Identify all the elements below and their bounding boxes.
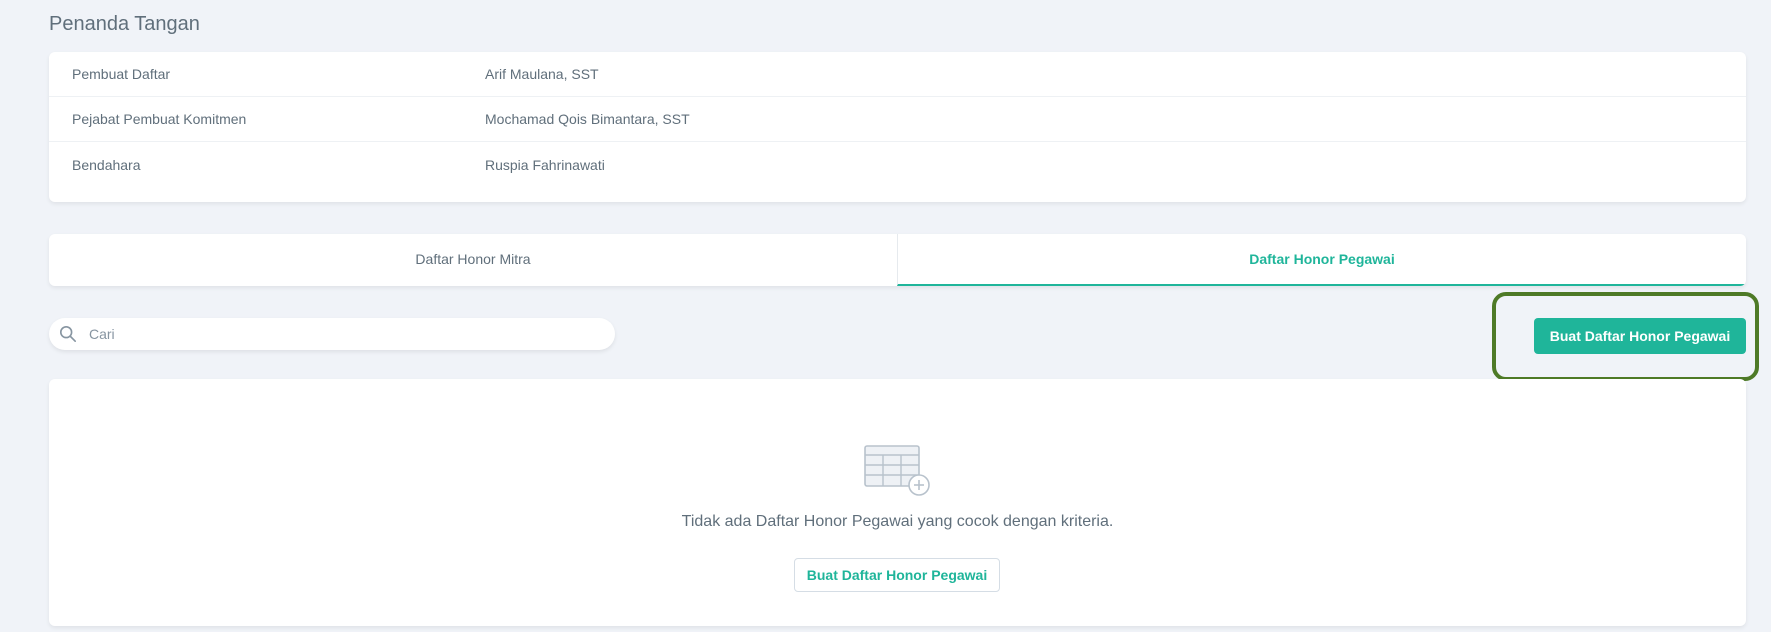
section-title: Penanda Tangan bbox=[49, 13, 200, 35]
table-add-icon bbox=[864, 445, 930, 496]
signer-value: Ruspia Fahrinawati bbox=[485, 156, 605, 173]
signer-row: Pejabat Pembuat Komitmen Mochamad Qois B… bbox=[49, 97, 1746, 142]
signers-card: Pembuat Daftar Arif Maulana, SST Pejabat… bbox=[49, 52, 1746, 202]
tab-bar: Daftar Honor Mitra Daftar Honor Pegawai bbox=[49, 234, 1746, 286]
signer-row: Pembuat Daftar Arif Maulana, SST bbox=[49, 52, 1746, 97]
search-box bbox=[49, 318, 615, 350]
empty-state-message: Tidak ada Daftar Honor Pegawai yang coco… bbox=[681, 513, 1114, 530]
search-input[interactable] bbox=[89, 326, 589, 342]
create-honor-pegawai-button[interactable]: Buat Daftar Honor Pegawai bbox=[1534, 318, 1746, 354]
signer-value: Mochamad Qois Bimantara, SST bbox=[485, 111, 690, 127]
empty-state-create-button[interactable]: Buat Daftar Honor Pegawai bbox=[794, 558, 1000, 592]
signer-value: Arif Maulana, SST bbox=[485, 66, 599, 82]
tab-daftar-honor-mitra[interactable]: Daftar Honor Mitra bbox=[49, 234, 897, 286]
signer-label: Pejabat Pembuat Komitmen bbox=[72, 111, 247, 127]
empty-state-card: Tidak ada Daftar Honor Pegawai yang coco… bbox=[49, 379, 1746, 626]
tab-daftar-honor-pegawai[interactable]: Daftar Honor Pegawai bbox=[897, 234, 1746, 286]
signer-label: Pembuat Daftar bbox=[72, 66, 171, 82]
signer-row: Bendahara Ruspia Fahrinawati bbox=[49, 142, 1746, 187]
search-icon bbox=[59, 325, 77, 343]
signer-label: Bendahara bbox=[72, 156, 141, 173]
